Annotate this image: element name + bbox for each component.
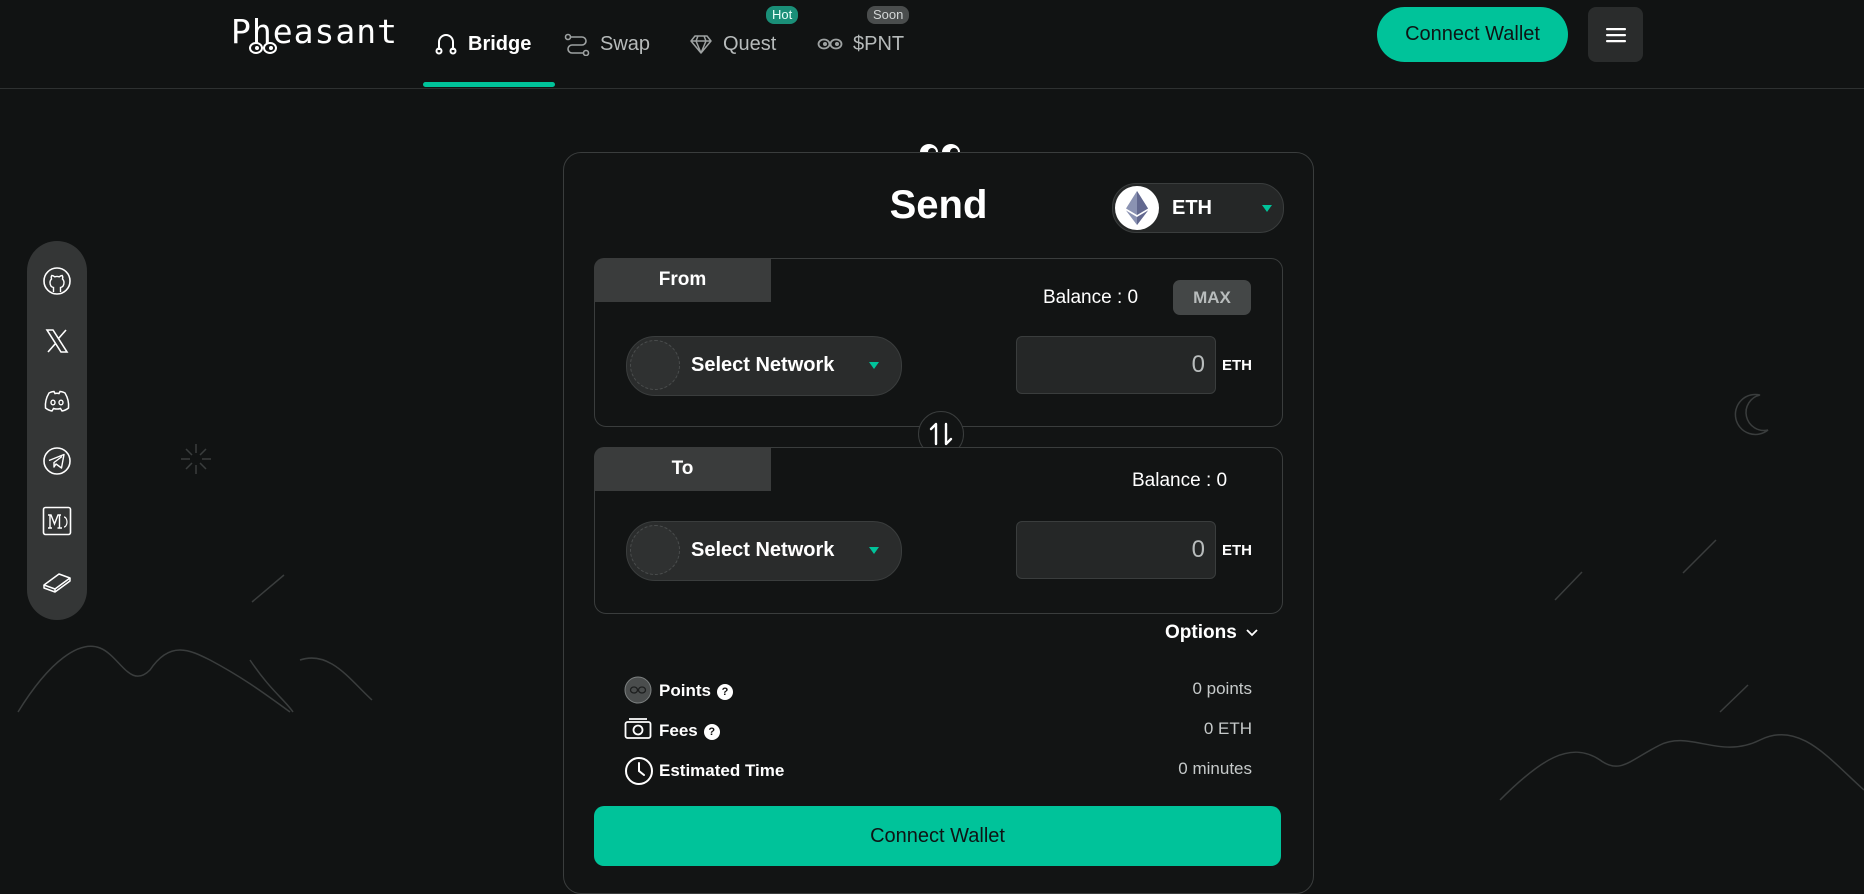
chevron-down-icon: [1246, 629, 1258, 637]
bridge-card: Send ETH From Balance : 0 MAX Select Net…: [563, 152, 1314, 894]
chevron-down-icon: [869, 362, 879, 369]
network-placeholder-icon: [630, 340, 680, 390]
from-panel: From Balance : 0 MAX Select Network ETH: [594, 258, 1283, 427]
points-label: Points?: [659, 681, 733, 701]
medium-link[interactable]: [42, 506, 72, 536]
swap-arrows-icon: [929, 422, 953, 446]
connect-wallet-header-button[interactable]: Connect Wallet: [1377, 7, 1568, 62]
to-unit: ETH: [1222, 542, 1252, 559]
to-balance: Balance : 0: [1132, 470, 1228, 491]
nav-pnt[interactable]: $PNT Soon: [817, 0, 910, 88]
token-symbol: ETH: [1172, 197, 1212, 219]
discord-icon: [44, 390, 70, 412]
chevron-down-icon: [1262, 205, 1272, 212]
ethereum-icon: [1115, 186, 1159, 230]
money-icon: [624, 718, 652, 739]
estimated-time-row: Estimated Time 0 minutes: [624, 756, 1252, 786]
help-icon[interactable]: ?: [716, 683, 733, 700]
to-panel: To Balance : 0 Select Network ETH: [594, 447, 1283, 614]
github-link[interactable]: [42, 266, 72, 296]
docs-book-icon: [43, 573, 71, 593]
soon-badge: Soon: [867, 6, 910, 24]
nav-bridge[interactable]: Bridge: [434, 0, 531, 88]
social-links-sidebar: [27, 241, 87, 620]
from-network-label: Select Network: [691, 354, 835, 376]
connect-wallet-button[interactable]: Connect Wallet: [594, 806, 1281, 866]
fees-value: 0 ETH: [1203, 719, 1252, 738]
github-icon: [43, 267, 71, 295]
nav-swap-label: Swap: [600, 32, 651, 55]
estimated-time-label: Estimated Time: [659, 761, 785, 780]
fees-row: Fees? 0 ETH: [624, 716, 1252, 746]
nav-bridge-label: Bridge: [468, 32, 532, 55]
options-toggle[interactable]: Options: [1165, 622, 1259, 644]
eyes-icon: [817, 38, 843, 50]
estimated-time-value: 0 minutes: [1178, 759, 1252, 778]
top-navigation-bar: Pheasant Bridge Swap Quest Hot $PNT Soon…: [0, 0, 1864, 89]
hamburger-menu-icon: [1605, 27, 1626, 42]
chevron-down-icon: [869, 547, 879, 554]
to-amount-input[interactable]: [1016, 521, 1216, 579]
options-label: Options: [1165, 622, 1237, 643]
x-icon: [45, 329, 69, 353]
token-selector[interactable]: ETH: [1112, 183, 1284, 233]
fees-label-text: Fees: [659, 721, 698, 740]
swap-icon: [564, 33, 590, 56]
help-icon[interactable]: ?: [703, 723, 720, 740]
to-tab: To: [594, 447, 771, 491]
from-tab: From: [594, 258, 771, 302]
hot-badge: Hot: [766, 6, 799, 24]
telegram-link[interactable]: [42, 446, 72, 476]
points-label-text: Points: [659, 681, 711, 700]
from-unit: ETH: [1222, 357, 1252, 374]
discord-link[interactable]: [42, 386, 72, 416]
logo-eyes-icon: [249, 42, 277, 54]
from-amount-input[interactable]: [1016, 336, 1216, 394]
to-network-label: Select Network: [691, 539, 835, 561]
nav-pnt-label: $PNT: [853, 32, 905, 55]
fees-label: Fees?: [659, 721, 720, 741]
network-placeholder-icon: [630, 525, 680, 575]
from-balance: Balance : 0: [1043, 287, 1139, 308]
x-link[interactable]: [42, 326, 72, 356]
points-row: Points? 0 points: [624, 676, 1252, 706]
nav-quest-label: Quest: [723, 32, 777, 55]
docs-link[interactable]: [42, 566, 72, 596]
to-network-select[interactable]: Select Network: [626, 521, 902, 581]
clock-icon: [625, 757, 653, 785]
bridge-icon: [435, 34, 457, 55]
points-icon: [624, 676, 652, 704]
nav-swap[interactable]: Swap: [564, 0, 650, 88]
telegram-icon: [43, 447, 71, 475]
nav-quest[interactable]: Quest Hot: [689, 0, 799, 88]
pheasant-logo[interactable]: Pheasant: [231, 12, 398, 54]
from-network-select[interactable]: Select Network: [626, 336, 902, 396]
max-button[interactable]: MAX: [1173, 280, 1251, 315]
menu-button[interactable]: [1588, 7, 1643, 62]
diamond-icon: [690, 35, 712, 54]
active-tab-indicator: [423, 82, 555, 87]
medium-icon: [42, 506, 72, 536]
points-value: 0 points: [1192, 679, 1252, 698]
